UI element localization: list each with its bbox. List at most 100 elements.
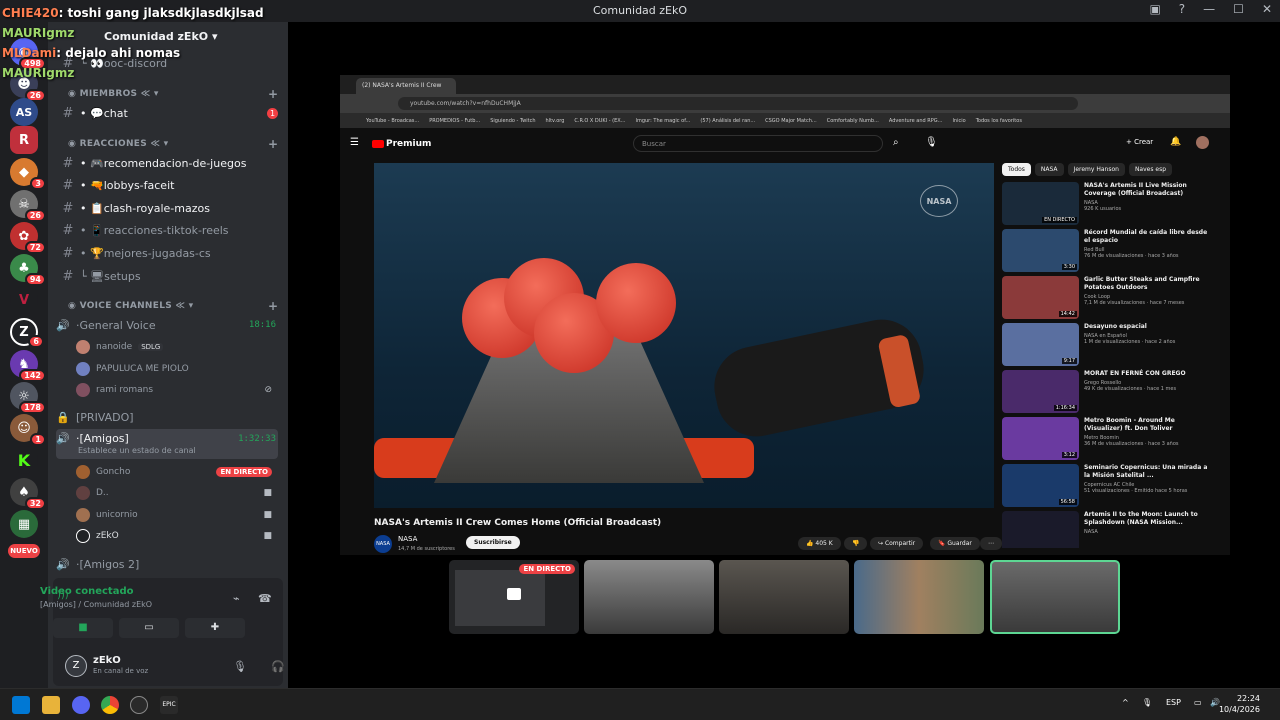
server-icon[interactable]: ☠ 26 (10, 190, 46, 222)
add-channel-icon[interactable]: + (268, 299, 278, 313)
channel-mejores-jugadas-cs[interactable]: # • 🏆 mejores-jugadas-cs (56, 242, 278, 264)
category-reacciones[interactable]: ◉ REACCIONES ≪ ▾ + (68, 137, 278, 151)
channel-clash-royale-mazos[interactable]: # • 📋 clash-royale-mazos (56, 197, 278, 219)
voice-channel-privado[interactable]: 🔒 [PRIVADO] (56, 406, 278, 428)
thumbnail[interactable]: 56:58 (1002, 464, 1079, 507)
filter-chip[interactable]: Jeremy Hanson (1067, 163, 1125, 176)
server-icon[interactable]: ♣ 94 (10, 254, 46, 286)
voice-user[interactable]: nanoide SDLG (76, 337, 276, 357)
server-icon[interactable]: ◆ 3 (10, 158, 46, 190)
minimize-button[interactable]: — (1203, 2, 1215, 16)
like-button[interactable]: 👍 405 K (798, 537, 841, 550)
chrome-icon[interactable] (101, 696, 119, 714)
server-icon[interactable]: ✿ 72 (10, 222, 46, 254)
screen-share-button[interactable]: ▭ (119, 618, 179, 638)
youtube-logo[interactable]: Premium (372, 139, 431, 149)
filter-chip[interactable]: NASA (1034, 163, 1064, 176)
category-voice-channels[interactable]: ◉ VOICE CHANNELS ≪ ▾ + (68, 299, 278, 313)
browser-tab[interactable]: (2) NASA's Artemis II Crew (356, 78, 456, 94)
server-icon[interactable]: V (10, 286, 38, 314)
headphones-icon[interactable]: 🎧 (271, 660, 285, 673)
stream-tile[interactable] (584, 560, 714, 634)
voice-channel-general[interactable]: 🔊 · General Voice 18:16 (56, 314, 278, 336)
bookmark-item[interactable]: CSGO Major Match... (765, 118, 817, 124)
video-player[interactable]: NASA (374, 163, 994, 508)
clock[interactable]: 22:24 10/4/2026 (1219, 693, 1260, 715)
server-icon[interactable]: R (10, 126, 38, 154)
stream-tile-selected[interactable] (990, 560, 1120, 634)
bookmark-item[interactable]: PROMEDIOS - Futb... (429, 118, 480, 124)
noise-suppression-icon[interactable]: ⌁ (233, 592, 240, 605)
thumbnail[interactable]: EN DIRECTO (1002, 182, 1079, 225)
tray-chevron-icon[interactable]: ^ (1122, 698, 1129, 707)
channel-setups[interactable]: # └ 🖥 setups (56, 265, 278, 287)
bookmark-item[interactable]: Inicio (952, 118, 965, 124)
epic-games-icon[interactable]: EPIC (160, 696, 178, 714)
activities-button[interactable]: ✚ (185, 618, 245, 638)
stream-tile[interactable] (854, 560, 984, 634)
maximize-button[interactable]: ☐ (1233, 2, 1244, 16)
voice-channel-amigos[interactable]: 🔊 · [Amigos] 1:32:33 Establece un estado de… (56, 429, 278, 459)
search-input[interactable]: Buscar (633, 135, 883, 152)
menu-icon[interactable]: ☰ (350, 137, 359, 148)
recommendation-item[interactable]: 3:12 Metro Boomin - Around Me (Visualizer… (1002, 417, 1222, 464)
tray-mic-icon[interactable]: 🎙 (1142, 698, 1152, 707)
new-badge[interactable]: NUEVO (8, 544, 40, 558)
recommendation-item[interactable]: Artemis II to the Moon: Launch to Splash… (1002, 511, 1222, 548)
network-icon[interactable]: ▭ (1194, 698, 1202, 707)
voice-user[interactable]: PAPULUCA ME PIOLO (76, 359, 276, 379)
notifications-icon[interactable]: 🔔 (1170, 137, 1181, 147)
server-icon[interactable]: ☼ 178 (10, 382, 46, 414)
language-indicator[interactable]: ESP (1166, 698, 1181, 707)
server-icon[interactable]: K (10, 446, 38, 474)
filter-chip[interactable]: Todos (1002, 163, 1031, 176)
bookmark-item[interactable]: Siguiendo - Twitch (490, 118, 535, 124)
start-icon[interactable] (12, 696, 30, 714)
bookmark-item[interactable]: (57) Análisis del ran... (700, 118, 755, 124)
add-channel-icon[interactable]: + (268, 87, 278, 101)
thumbnail[interactable]: 1:16:34 (1002, 370, 1079, 413)
thumbnail[interactable]: 3:12 (1002, 417, 1079, 460)
account-avatar[interactable] (1196, 136, 1209, 149)
close-button[interactable]: ✕ (1262, 2, 1272, 16)
server-icon[interactable]: Z6 (10, 318, 44, 348)
mic-icon[interactable]: 🎙 (925, 137, 938, 148)
streamed-browser[interactable]: (2) NASA's Artemis II Crew youtube.com/w… (340, 75, 1230, 555)
recommendation-item[interactable]: EN DIRECTO NASA's Artemis II Live Mission… (1002, 182, 1222, 229)
create-button[interactable]: + Crear (1126, 138, 1153, 146)
voice-user[interactable]: D.. ■ (76, 483, 276, 503)
more-button[interactable]: ⋯ (980, 537, 1002, 550)
stream-tile[interactable]: EN DIRECTO (449, 560, 579, 634)
server-icon[interactable]: AS (10, 98, 38, 126)
discord-icon[interactable] (72, 696, 90, 714)
bookmark-item[interactable]: Comfortably Numb... (827, 118, 879, 124)
stream-tile[interactable] (719, 560, 849, 634)
recommendation-item[interactable]: 3:30 Récord Mundial de caída libre desde … (1002, 229, 1222, 276)
share-button[interactable]: ↪ Compartir (870, 537, 924, 550)
app-icon[interactable] (130, 696, 148, 714)
filter-chip[interactable]: Naves esp (1128, 163, 1173, 176)
add-channel-icon[interactable]: + (268, 137, 278, 151)
voice-channel-amigos-2[interactable]: 🔊 · [Amigos 2] (56, 553, 278, 575)
address-bar[interactable]: youtube.com/watch?v=nfhDuCHMjJA (398, 97, 1078, 110)
help-icon[interactable]: ? (1179, 2, 1185, 16)
recommendation-item[interactable]: 56:58 Seminario Copernicus: Una mirada a … (1002, 464, 1222, 511)
disconnect-icon[interactable]: ☎ (258, 592, 272, 605)
thumbnail[interactable]: 3:30 (1002, 229, 1079, 272)
channel-reacciones-tiktok-reels[interactable]: # • 📱 reacciones-tiktok-reels (56, 219, 278, 241)
bookmark-item[interactable]: Imgur: The magic of... (635, 118, 690, 124)
server-icon[interactable]: ♞ 142 (10, 350, 46, 382)
recommendation-item[interactable]: 9:17 Desayuno espacial NASA en Español 1 M … (1002, 323, 1222, 370)
channel-lobbys-faceit[interactable]: # • 🔫 lobbys-faceit (56, 174, 278, 196)
bookmark-item[interactable]: Adventure and RPG... (889, 118, 943, 124)
thumbnail[interactable]: 14:42 (1002, 276, 1079, 319)
voice-user[interactable]: unicornio ■ (76, 505, 276, 525)
channel-recomendacion-de-juegos[interactable]: # • 🎮 recomendacion-de-juegos (56, 152, 278, 174)
channel-avatar[interactable]: NASA (374, 535, 392, 553)
voice-user[interactable]: zEkO ■ (76, 526, 276, 546)
inbox-icon[interactable]: ▣ (1149, 2, 1160, 16)
server-icon[interactable]: ▦ (10, 510, 38, 538)
recommendation-item[interactable]: 1:16:34 MORAT EN FERNÉ CON GREGO Grego Ros… (1002, 370, 1222, 417)
voice-user[interactable]: Goncho EN DIRECTO (76, 462, 276, 482)
bookmark-item[interactable]: YouTube - Broadcas... (366, 118, 419, 124)
